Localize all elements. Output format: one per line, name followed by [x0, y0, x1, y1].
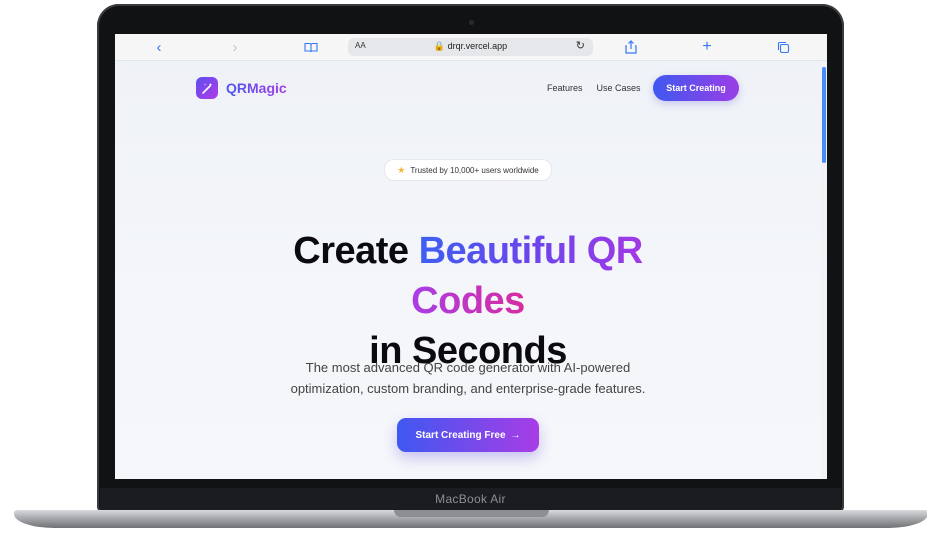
nav-use-cases[interactable]: Use Cases [597, 83, 641, 93]
start-creating-button[interactable]: Start Creating [653, 75, 739, 101]
start-creating-free-label: Start Creating Free [415, 429, 506, 441]
nav-features[interactable]: Features [547, 83, 583, 93]
magic-wand-icon [196, 77, 218, 99]
address-bar[interactable]: AA 🔒 drqr.vercel.app ↻ [348, 38, 593, 56]
browser-toolbar: ‹ › AA 🔒 drqr.vercel.app ↻ + [115, 34, 827, 61]
share-icon[interactable] [623, 38, 639, 56]
reload-icon[interactable]: ↻ [576, 39, 585, 52]
laptop-chin: MacBook Air [100, 488, 841, 510]
star-icon: ★ [397, 164, 406, 175]
scrollbar[interactable] [821, 61, 827, 479]
start-creating-free-button[interactable]: Start Creating Free → [397, 418, 539, 452]
hero-title-line-1: Create Beautiful QR [115, 226, 821, 276]
reader-icon[interactable] [302, 38, 320, 56]
hero-title-line-2: Codes [115, 276, 821, 326]
hero-subtitle-line-2: optimization, custom branding, and enter… [290, 381, 646, 396]
scrollbar-thumb[interactable] [822, 67, 826, 163]
trust-badge: ★ Trusted by 10,000+ users worldwide [384, 159, 552, 181]
url-text: 🔒 drqr.vercel.app [433, 41, 508, 51]
arrow-right-icon: → [510, 429, 521, 441]
brand-logo[interactable]: QRMagic [196, 77, 287, 99]
trust-badge-text: Trusted by 10,000+ users worldwide [410, 165, 539, 175]
hero-title-codes: Codes [411, 280, 525, 322]
laptop-notch [394, 510, 549, 517]
hero-title-accent: Beautiful QR [418, 230, 644, 272]
forward-icon[interactable]: › [227, 38, 243, 56]
camera-icon [469, 20, 474, 25]
hero-subtitle-line-1: The most advanced QR code generator with… [305, 360, 631, 375]
top-nav: Features Use Cases [547, 83, 641, 93]
new-tab-icon[interactable]: + [699, 38, 715, 56]
device-label: MacBook Air [435, 492, 506, 506]
hero-title-plain: Create [293, 230, 419, 272]
web-page: QRMagic Features Use Cases Start Creatin… [115, 61, 821, 479]
screen: ‹ › AA 🔒 drqr.vercel.app ↻ + QRMagic Fea… [115, 34, 827, 479]
back-icon[interactable]: ‹ [151, 38, 167, 56]
brand-name: QRMagic [226, 80, 287, 96]
tabs-icon[interactable] [775, 38, 791, 56]
